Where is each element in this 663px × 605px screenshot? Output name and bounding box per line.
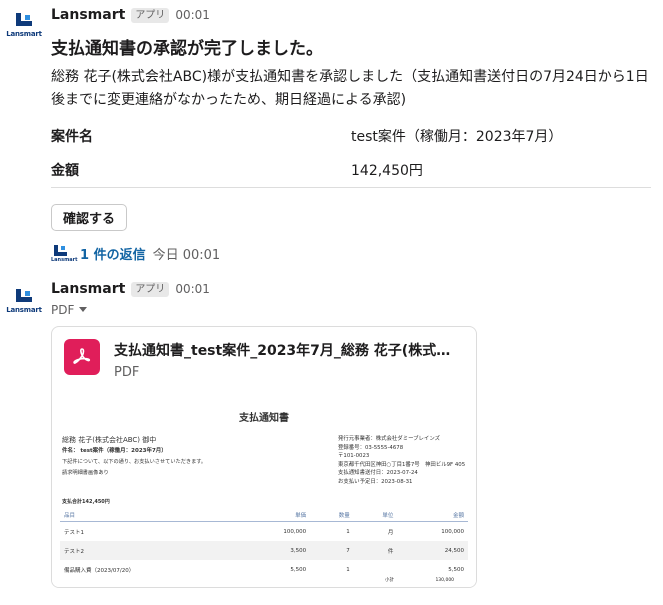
- table-cell: 備品購入費（2023/07/20）: [64, 567, 135, 574]
- table-header: 金額: [397, 509, 468, 522]
- preview-sender-line: お支払い予定日：2023-08-31: [338, 478, 413, 485]
- attachment-toggle-label: PDF: [51, 303, 75, 317]
- preview-table: 品目 単価 数量 単位 金額 テスト1 100,000 1 月 100,000: [60, 509, 468, 579]
- preview-sender-block: 発行元事業者：株式会社ダミーブレインズ 登録番号：03-5555-4678 〒1…: [338, 435, 465, 487]
- table-cell: 1: [346, 528, 350, 535]
- table-cell: テスト2: [60, 541, 240, 560]
- preview-recipient-block: 総務 花子(株式会社ABC) 御中 件名： test案件（稼働月：2023年7月…: [62, 435, 206, 479]
- preview-line2: 請求明細書画像あり: [62, 470, 109, 476]
- message-body: 総務 花子(株式会社ABC)様が支払通知書を承認しました（支払通知書送付日の7月…: [51, 69, 649, 108]
- app-badge: アプリ: [131, 7, 170, 23]
- preview-total: 支払合計142,450円: [62, 499, 110, 505]
- subtotal-label: 小計: [385, 578, 394, 583]
- file-type: PDF: [114, 365, 140, 380]
- table-cell: 7: [310, 541, 354, 560]
- reply-time: 今日 00:01: [152, 247, 221, 263]
- preview-sender-line: 発行元事業者：株式会社ダミーブレインズ: [338, 436, 440, 442]
- table-cell: 1: [346, 566, 350, 573]
- preview-line1: 下記件について、以下の通り、お支払いさせていただきます。: [62, 459, 207, 465]
- field-value: test案件（稼働月：2023年7月）: [351, 129, 563, 145]
- pdf-preview[interactable]: 支払通知書 総務 花子(株式会社ABC) 御中 件名： test案件（稼働月：2…: [52, 397, 476, 587]
- field-label: 案件名: [51, 129, 93, 145]
- table-header: 単位: [353, 509, 398, 522]
- app-badge: アプリ: [131, 281, 170, 297]
- lansmart-logo-icon: Lansmart: [51, 243, 78, 263]
- confirm-button[interactable]: 確認する: [51, 204, 128, 231]
- file-header: 支払通知書_test案件_2023年7月_総務 花子(株式会社... PDF: [64, 339, 464, 380]
- preview-sender-line: 支払通知書送付日：2023-07-24: [338, 470, 418, 477]
- attachment-toggle[interactable]: PDF: [51, 303, 88, 317]
- sender-name[interactable]: Lansmart: [51, 7, 125, 23]
- logo-text: Lansmart: [6, 306, 42, 314]
- sender-name[interactable]: Lansmart: [51, 281, 125, 297]
- lansmart-logo-icon: [14, 13, 34, 27]
- timestamp[interactable]: 00:01: [175, 282, 210, 296]
- table-cell: 100,000: [441, 528, 464, 535]
- table-cell: 24,500: [397, 541, 468, 560]
- lansmart-logo-icon: [14, 289, 34, 303]
- field-label: 金額: [51, 163, 79, 179]
- subtotal-value: 130,000: [435, 578, 455, 583]
- file-attachment-card[interactable]: 支払通知書_test案件_2023年7月_総務 花子(株式会社... PDF 支…: [51, 326, 477, 588]
- thread-replies[interactable]: Lansmart 1 件の返信 今日 00:01: [51, 243, 220, 263]
- table-cell: 100,000: [283, 528, 307, 535]
- logo-text: Lansmart: [6, 30, 42, 38]
- preview-recipient: 総務 花子(株式会社ABC) 御中: [62, 436, 157, 444]
- table-header: 単価: [239, 509, 311, 522]
- table-cell: 3,500: [239, 541, 311, 560]
- message-title: 支払通知書の承認が完了しました。: [51, 39, 323, 59]
- preview-subject: 件名： test案件（稼働月：2023年7月）: [62, 448, 167, 454]
- pdf-icon: [64, 339, 100, 375]
- table-header: 品目: [60, 509, 240, 522]
- table-cell: 月: [387, 529, 394, 536]
- avatar[interactable]: Lansmart: [4, 284, 44, 324]
- table-cell: 5,500: [290, 566, 307, 573]
- message-header: Lansmart アプリ 00:01: [51, 7, 210, 23]
- caret-down-icon: [79, 307, 88, 312]
- preview-sender-line: 東京都千代田区神田○丁目1番7号 神田ビル9F 405: [338, 461, 466, 468]
- table-cell: テスト1: [64, 529, 84, 536]
- field-value: 142,450円: [351, 163, 423, 179]
- avatar[interactable]: Lansmart: [4, 8, 44, 48]
- preview-subtotal: 小計 130,000: [385, 577, 454, 583]
- table-header: 数量: [310, 509, 354, 522]
- preview-sender-line: 登録番号：03-5555-4678: [338, 444, 404, 451]
- timestamp[interactable]: 00:01: [175, 8, 210, 22]
- preview-title: 支払通知書: [239, 413, 289, 424]
- reply-count-link[interactable]: 1 件の返信: [80, 244, 146, 263]
- file-name[interactable]: 支払通知書_test案件_2023年7月_総務 花子(株式会社...: [114, 340, 464, 360]
- table-row: テスト1 100,000 1 月 100,000: [60, 522, 468, 542]
- message-header: Lansmart アプリ 00:01: [51, 281, 210, 297]
- divider: [51, 187, 651, 188]
- table-row: テスト2 3,500 7 件 24,500: [60, 541, 468, 560]
- table-cell: 件: [353, 541, 398, 560]
- preview-sender-line: 〒101-0023: [338, 453, 370, 460]
